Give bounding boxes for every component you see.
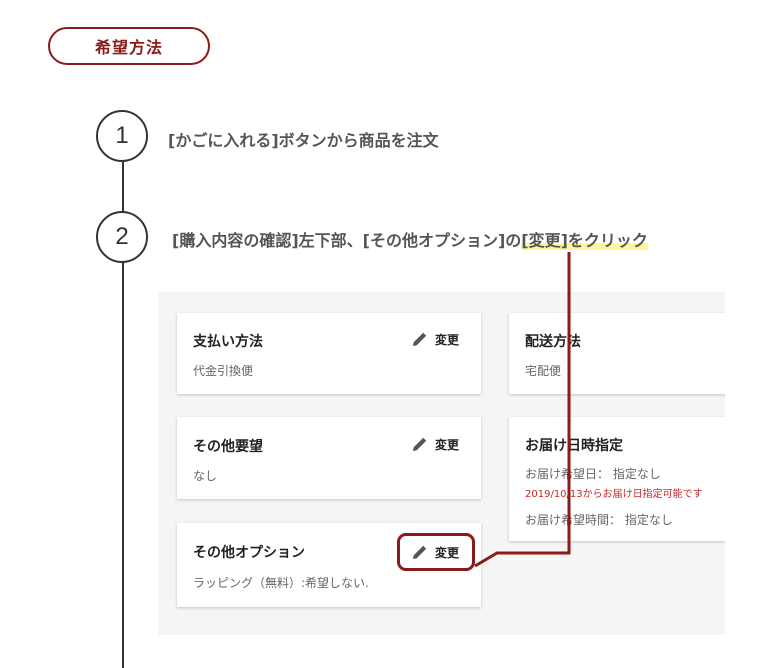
callout-connector-line [474,252,571,568]
